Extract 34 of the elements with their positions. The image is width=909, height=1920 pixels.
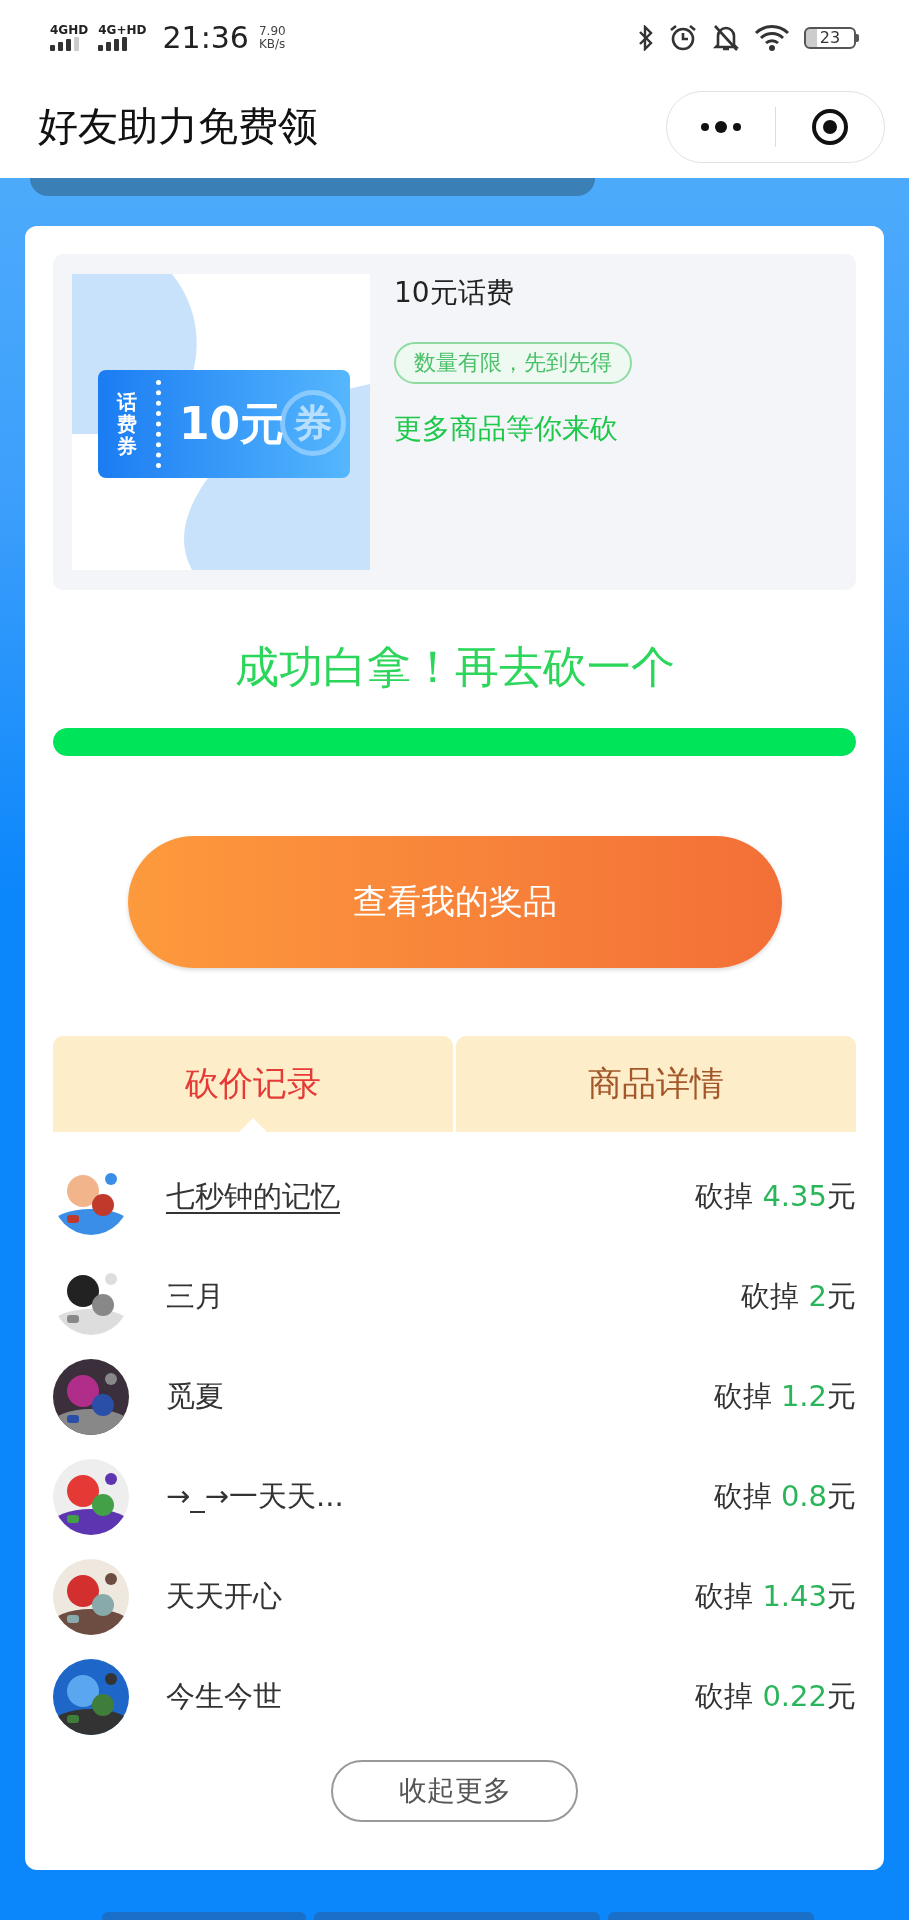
- product-name: 10元话费: [394, 275, 514, 311]
- user-name: 天天开心: [166, 1578, 282, 1615]
- signal-icon: [50, 37, 79, 51]
- network-label: 4G+HD: [98, 24, 147, 37]
- result-text: 成功白拿！再去砍一个: [234, 640, 675, 694]
- tab[interactable]: 砍价记录: [53, 1036, 453, 1132]
- cut-amount: 砍掉 2元: [741, 1278, 856, 1315]
- user-name: 三月: [166, 1278, 224, 1315]
- product-tag: 数量有限，先到先得: [394, 342, 632, 384]
- cut-amount: 砍掉 1.2元: [713, 1378, 856, 1415]
- cut-amount: 砍掉 0.22元: [695, 1678, 856, 1715]
- wifi-icon: [754, 23, 790, 52]
- user-name[interactable]: 七秒钟的记忆: [166, 1177, 340, 1217]
- coupon-label: 话费券: [117, 391, 137, 457]
- more-dots-icon: [699, 120, 743, 133]
- clock-time: 21:36: [162, 20, 249, 55]
- cut-amount: 砍掉 0.8元: [713, 1478, 856, 1515]
- view-prizes-button[interactable]: 查看我的奖品: [127, 836, 782, 968]
- collapse-button[interactable]: 收起更多: [331, 1760, 578, 1822]
- bluetooth-icon: [638, 24, 654, 51]
- signal-icon: [98, 37, 128, 51]
- network-speed: 7.90: [258, 24, 286, 38]
- user-name: →_→一天天...: [166, 1478, 344, 1515]
- battery-level: 23: [804, 26, 856, 49]
- alarm-icon: [668, 22, 698, 53]
- cut-amount: 砍掉 1.43元: [695, 1578, 856, 1615]
- target-icon: [811, 107, 849, 146]
- tab[interactable]: 商品详情: [456, 1036, 856, 1132]
- user-name: 觅夏: [166, 1378, 224, 1415]
- speed-unit: KB/s: [258, 37, 286, 51]
- network-label: 4GHD: [50, 24, 89, 37]
- page-title: 好友助力免费领: [38, 102, 318, 151]
- cut-amount: 砍掉 4.35元: [695, 1178, 856, 1215]
- user-name: 今生今世: [166, 1678, 282, 1715]
